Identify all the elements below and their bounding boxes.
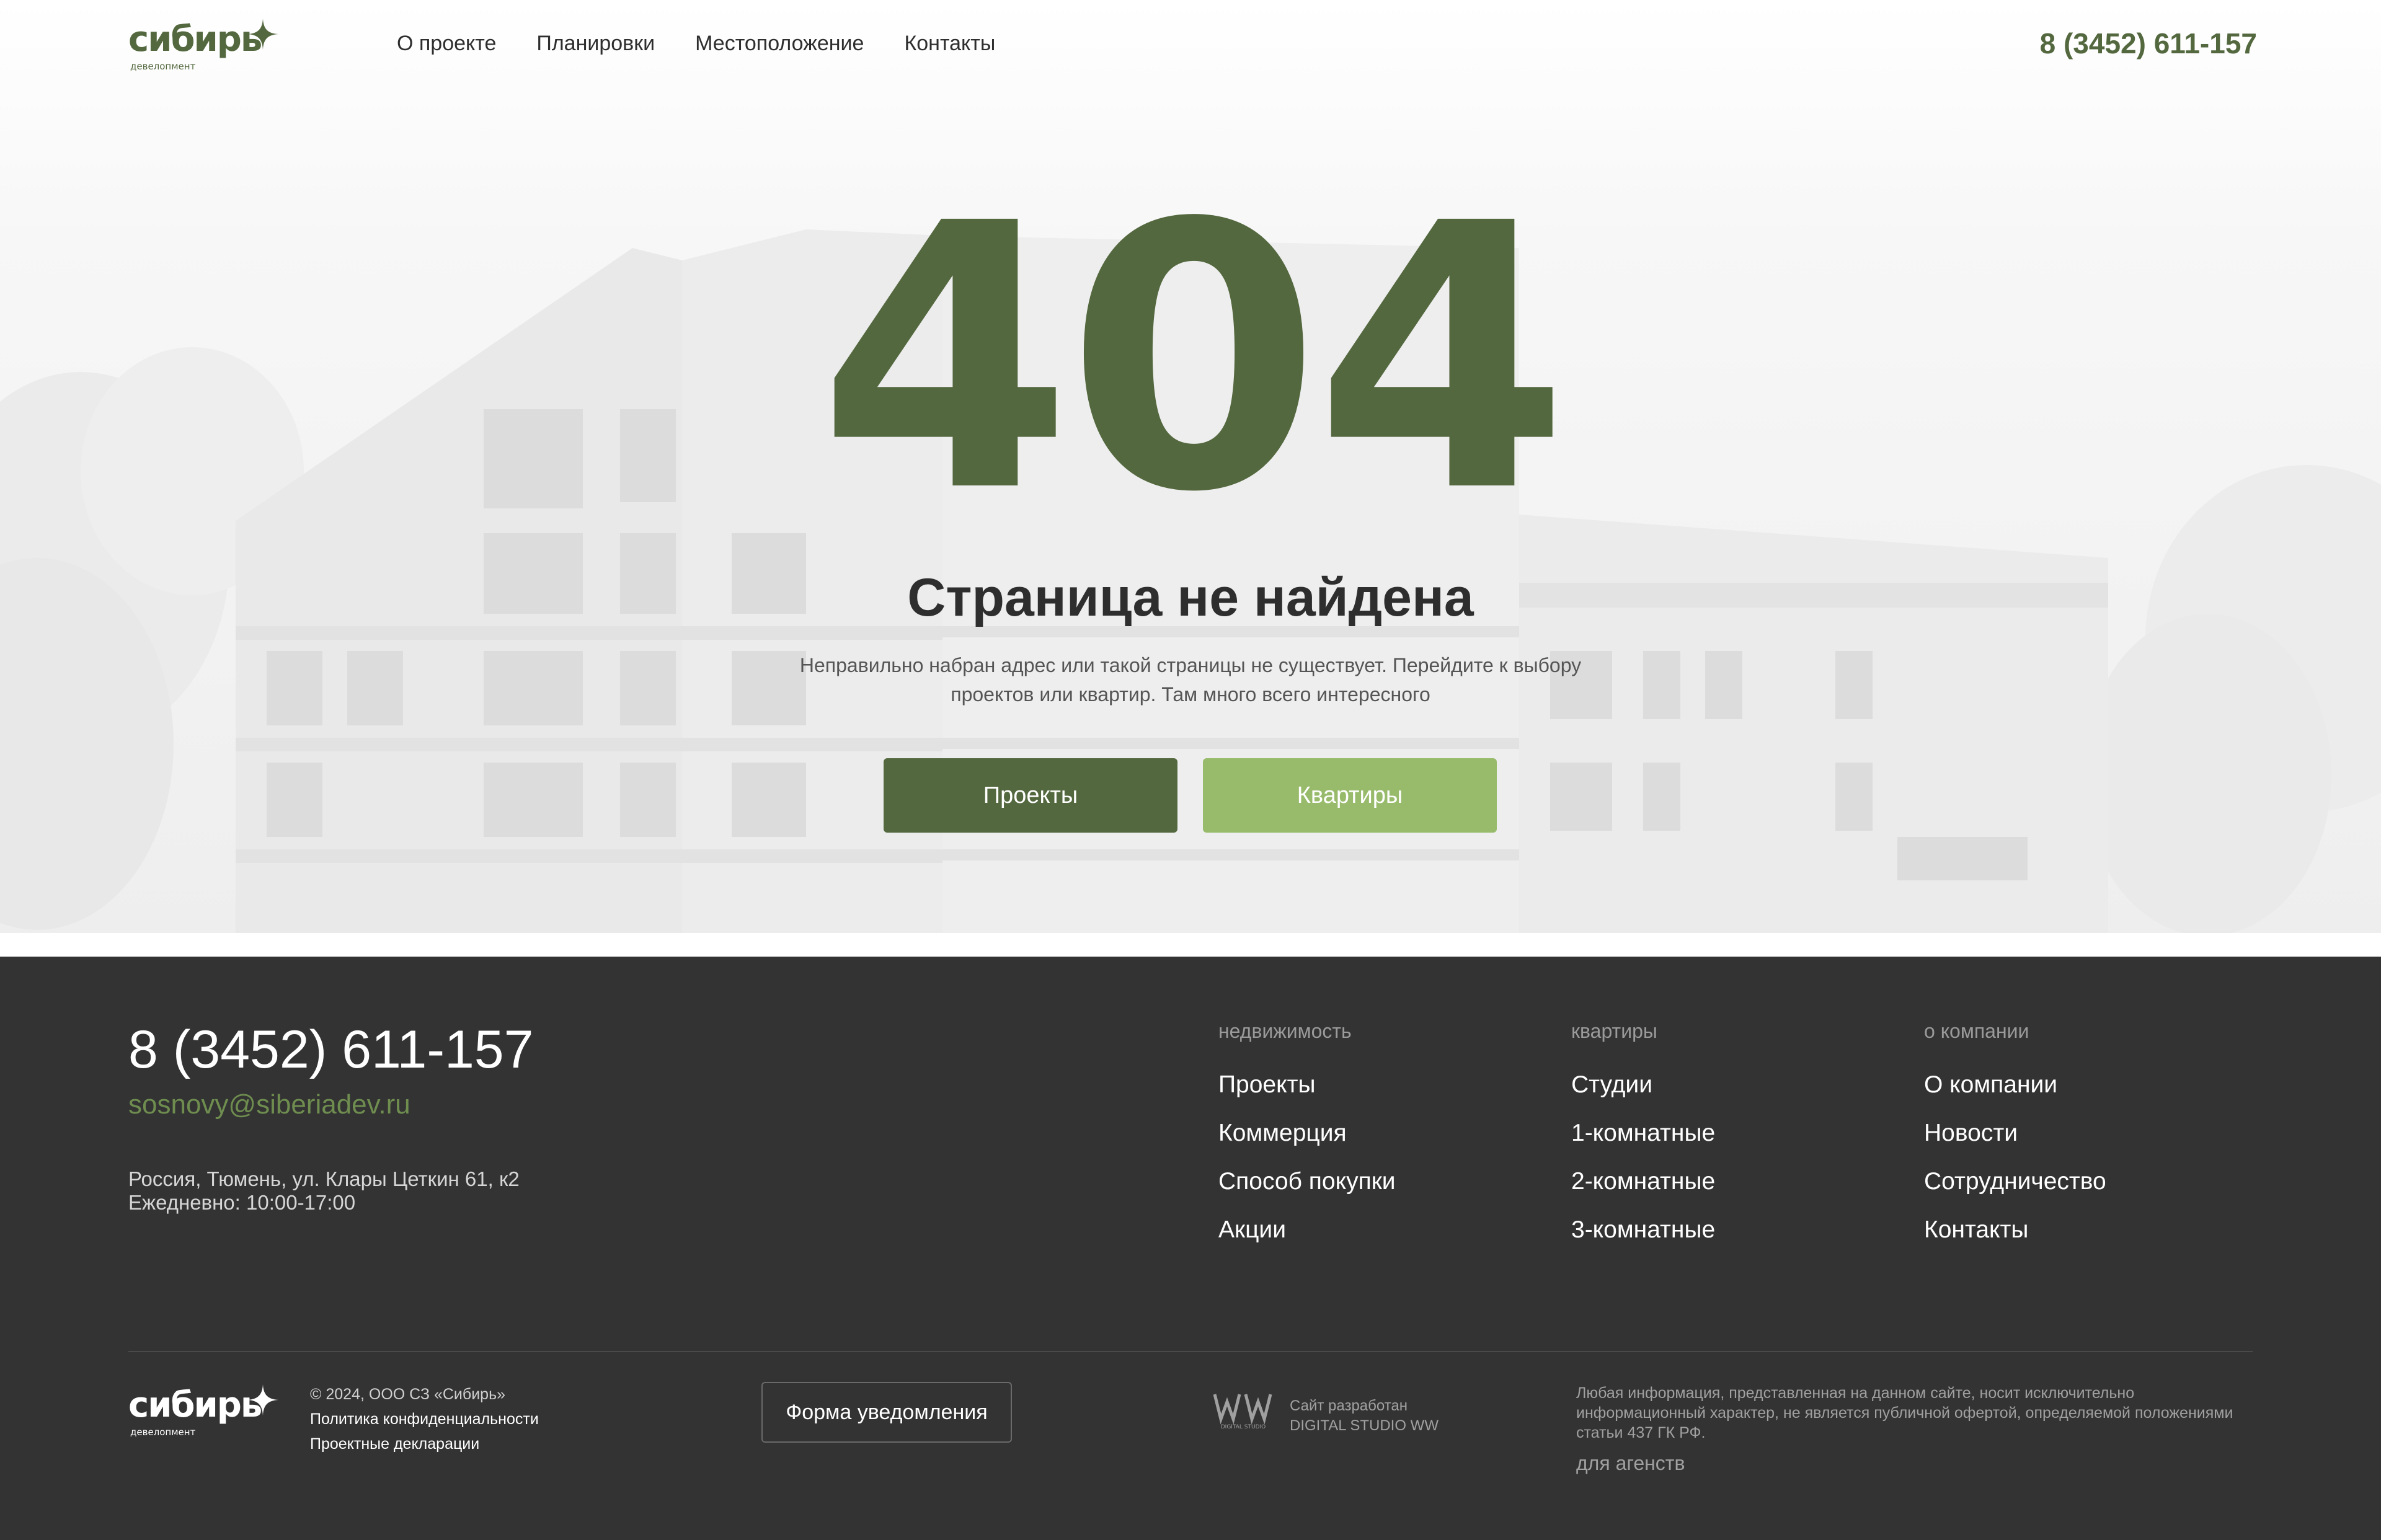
logo-tagline: девелопмент [130,1427,196,1438]
for-agents-link[interactable]: для агенств [1576,1451,1685,1476]
digital-studio-ww-logo[interactable]: DIGITAL STUDIO [1212,1391,1274,1430]
notification-form-button[interactable]: Форма уведомления [761,1382,1012,1443]
developer-credit-line2: DIGITAL STUDIO WW [1290,1417,1439,1434]
copyright-text: © 2024, ООО СЗ «Сибирь» [310,1386,506,1403]
footer-column-title: недвижимость [1218,1020,1352,1042]
sparkle-star-icon [247,19,278,50]
footer-column-title: квартиры [1571,1020,1657,1042]
error-title: Страница не найдена [907,568,1474,627]
developer-logo-label: DIGITAL STUDIO [1221,1424,1266,1430]
footer-phone-link[interactable]: 8 (3452) 611-157 [128,1019,533,1081]
logo-wordmark: сибирь [128,1385,262,1425]
developer-credit-link[interactable]: Сайт разработан DIGITAL STUDIO WW [1290,1396,1439,1436]
footer-column-title: о компании [1924,1020,2029,1042]
error-message: Неправильно набран адрес или такой стран… [799,654,1582,706]
logo-tagline: девелопмент [130,61,196,72]
flats-button[interactable]: Квартиры [1203,758,1497,833]
error-code: 404 [818,146,1569,572]
footer-link-2-room[interactable]: 2-комнатные [1571,1168,1715,1195]
legal-disclaimer: Любая информация, представленная на данн… [1576,1384,2233,1441]
footer-email-link[interactable]: sosnovy@siberiadev.ru [128,1088,410,1122]
main-nav: О проекте Планировки Местоположение Конт… [397,30,995,57]
project-declarations-link[interactable]: Проектные декларации [310,1432,539,1456]
footer-legal: © 2024, ООО СЗ «Сибирь» Политика конфиде… [310,1382,539,1456]
footer-link-purchase[interactable]: Способ покупки [1218,1168,1396,1195]
projects-button[interactable]: Проекты [884,758,1177,833]
privacy-policy-link[interactable]: Политика конфиденциальности [310,1407,539,1432]
site-header: сибирь девелопмент О проекте Планировки … [0,0,2381,87]
footer-link-projects[interactable]: Проекты [1218,1071,1316,1098]
footer-link-about-company[interactable]: О компании [1924,1071,2057,1098]
footer-link-3-room[interactable]: 3-комнатные [1571,1216,1715,1243]
header-phone-link[interactable]: 8 (3452) 611-157 [2040,26,2257,61]
nav-item-location[interactable]: Местоположение [695,30,864,57]
footer-column-flats: квартиры Студии 1-комнатные 2-комнатные … [1571,1019,1715,1263]
header-logo[interactable]: сибирь девелопмент [128,19,278,74]
footer-link-1-room[interactable]: 1-комнатные [1571,1120,1715,1146]
footer-link-contacts[interactable]: Контакты [1924,1216,2028,1243]
footer-column-company: о компании О компании Новости Сотрудниче… [1924,1019,2106,1263]
footer-address: Россия, Тюмень, ул. Клары Цеткин 61, к2 [128,1167,520,1190]
developer-credit-line1: Сайт разработан [1290,1397,1408,1414]
nav-item-layouts[interactable]: Планировки [536,30,655,57]
footer-logo[interactable]: сибирь девелопмент [128,1384,278,1440]
sparkle-star-icon [247,1384,278,1415]
footer-link-studios[interactable]: Студии [1571,1071,1652,1098]
footer-column-realty: недвижимость Проекты Коммерция Способ по… [1218,1019,1396,1263]
footer-link-promotions[interactable]: Акции [1218,1216,1286,1243]
footer-link-partnership[interactable]: Сотрудничество [1924,1168,2106,1195]
logo-wordmark: сибирь [128,19,262,60]
footer-divider [128,1351,2253,1352]
footer-link-news[interactable]: Новости [1924,1120,2018,1146]
nav-item-about[interactable]: О проекте [397,30,496,57]
nav-item-contacts[interactable]: Контакты [904,30,995,57]
footer-hours: Ежедневно: 10:00-17:00 [128,1191,356,1214]
site-footer: 8 (3452) 611-157 sosnovy@siberiadev.ru Р… [0,957,2381,1540]
hero-section: 404 Страница не найдена Неправильно набр… [0,0,2381,949]
footer-link-commerce[interactable]: Коммерция [1218,1120,1347,1146]
